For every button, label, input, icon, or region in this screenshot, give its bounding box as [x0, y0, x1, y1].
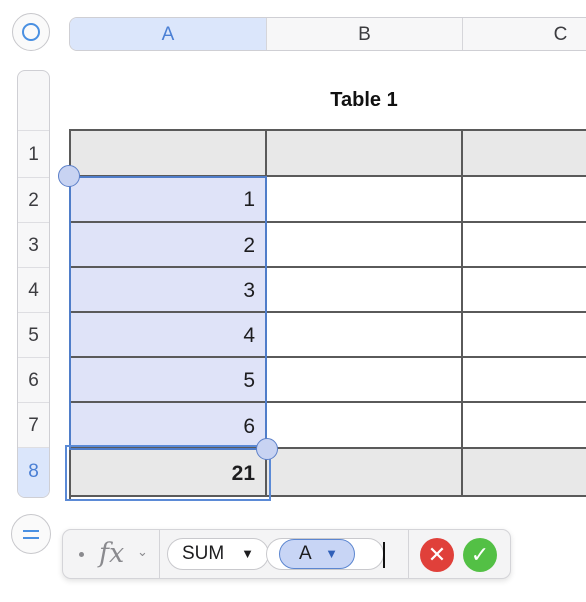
equals-icon [23, 529, 39, 539]
footer-cell-b[interactable] [267, 449, 463, 497]
column-header-bar: A B C [69, 17, 586, 51]
cell-b6[interactable] [267, 358, 463, 403]
header-cell-a[interactable] [69, 129, 267, 177]
formula-editor[interactable]: fx ⌄ SUM ▼ A ▼ ✕ ✓ [62, 529, 511, 579]
row-header-2[interactable]: 2 [18, 177, 49, 222]
divider [408, 530, 409, 578]
argument-token-label: A [299, 543, 312, 564]
row-header-3[interactable]: 3 [18, 222, 49, 267]
cell-c7[interactable] [463, 403, 586, 449]
triangle-down-icon[interactable]: ▼ [325, 540, 338, 567]
circle-icon [22, 23, 40, 41]
row-header-6[interactable]: 6 [18, 357, 49, 402]
function-token-label: SUM [182, 543, 225, 564]
row-header-7[interactable]: 7 [18, 402, 49, 447]
column-header-c[interactable]: C [463, 18, 586, 50]
chevron-down-icon[interactable]: ⌄ [137, 544, 148, 560]
cell-b2[interactable] [267, 177, 463, 223]
cell-b7[interactable] [267, 403, 463, 449]
selection-end-handle[interactable] [256, 438, 278, 460]
selection-start-handle[interactable] [58, 165, 80, 187]
cell-a7[interactable]: 6 [69, 403, 267, 449]
row-header-5[interactable]: 5 [18, 312, 49, 357]
cell-b3[interactable] [267, 223, 463, 268]
select-all-button[interactable] [12, 13, 50, 51]
cell-a3[interactable]: 2 [69, 223, 267, 268]
drag-dot-icon[interactable] [79, 552, 84, 557]
cell-a5[interactable]: 4 [69, 313, 267, 358]
text-cursor [383, 542, 385, 568]
cell-c6[interactable] [463, 358, 586, 403]
cell-c2[interactable] [463, 177, 586, 223]
table-title[interactable]: Table 1 [266, 89, 462, 112]
divider [159, 530, 160, 578]
row-header-bar: 1 2 3 4 5 6 7 8 [17, 70, 50, 498]
column-header-b[interactable]: B [267, 18, 463, 50]
cancel-formula-button[interactable]: ✕ [420, 538, 454, 572]
cell-a4[interactable]: 3 [69, 268, 267, 313]
triangle-down-icon[interactable]: ▼ [241, 539, 254, 569]
checkmark-icon: ✓ [470, 542, 490, 567]
cell-c4[interactable] [463, 268, 586, 313]
formula-bar-toggle[interactable] [11, 514, 51, 554]
footer-cell-a[interactable]: 21 [69, 449, 267, 497]
cell-b5[interactable] [267, 313, 463, 358]
function-token[interactable]: SUM ▼ [167, 538, 269, 570]
header-cell-c[interactable] [463, 129, 586, 177]
row-header-4[interactable]: 4 [18, 267, 49, 312]
header-cell-b[interactable] [267, 129, 463, 177]
cell-c3[interactable] [463, 223, 586, 268]
x-icon: ✕ [427, 542, 447, 567]
argument-token[interactable]: A ▼ [279, 539, 355, 569]
cell-b4[interactable] [267, 268, 463, 313]
cell-c5[interactable] [463, 313, 586, 358]
row-header-8[interactable]: 8 [18, 447, 49, 497]
function-menu-button[interactable]: fx [99, 538, 124, 569]
cell-a6[interactable]: 5 [69, 358, 267, 403]
footer-cell-c[interactable] [463, 449, 586, 497]
column-header-a[interactable]: A [70, 18, 267, 50]
accept-formula-button[interactable]: ✓ [463, 538, 497, 572]
cell-a2[interactable]: 1 [69, 177, 267, 223]
row-header-1[interactable]: 1 [18, 130, 49, 177]
